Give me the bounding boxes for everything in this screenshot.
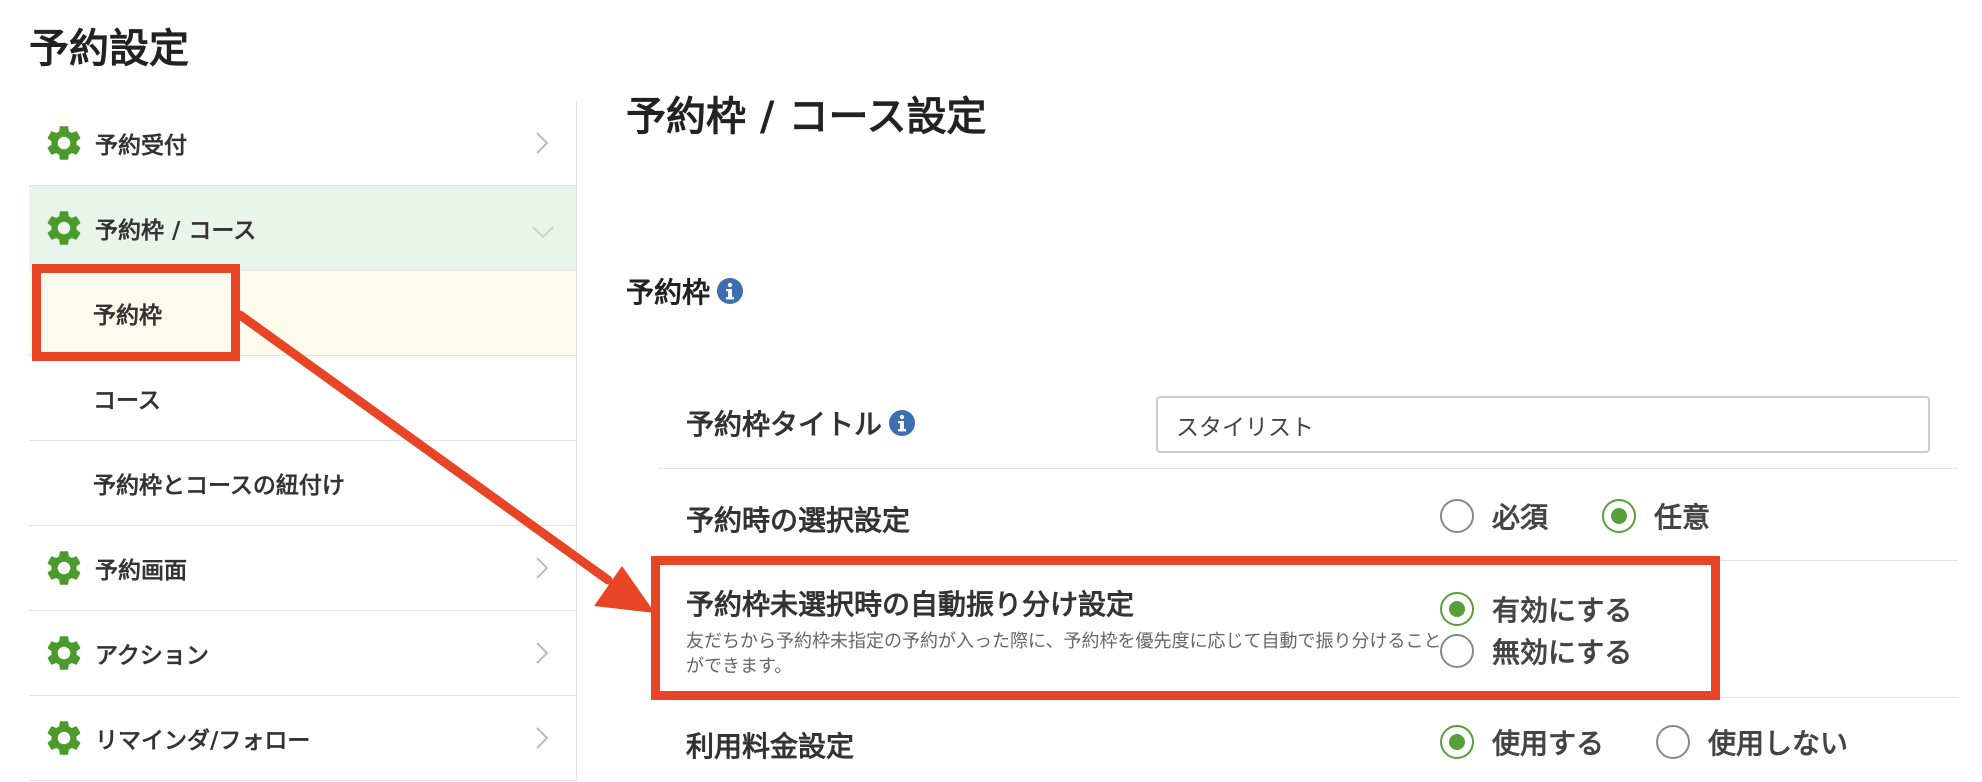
sidebar-item-reminder-follow[interactable]: リマインダ/フォロー [29,696,576,781]
gear-icon [47,636,81,670]
chevron-down-icon [532,226,554,239]
sidebar-item-label: アクション [95,643,209,669]
chevron-right-icon [536,557,549,579]
radio-label: 使用する [1492,727,1605,760]
section-title-text: 予約枠 [626,276,711,309]
radio-button[interactable] [1656,725,1690,759]
gear-icon [47,126,81,160]
setting-label-text: 予約枠タイトル [686,408,883,441]
sidebar-subitem-slot-course-link[interactable]: 予約枠とコースの紐付け [29,441,576,526]
radio-label: 有効にする [1492,594,1633,627]
radio-optional[interactable]: 任意 [1602,496,1710,536]
radio-button[interactable] [1602,499,1636,533]
gear-icon [47,721,81,755]
radio-button[interactable] [1440,592,1474,626]
setting-row-slot-title: 予約枠タイトル [658,372,1958,469]
main-title: 予約枠 / コース設定 [626,94,987,140]
sidebar-item-action[interactable]: アクション [29,611,576,696]
radio-button[interactable] [1440,634,1474,668]
sidebar-item-booking-screen[interactable]: 予約画面 [29,526,576,611]
radio-use[interactable]: 使用する [1440,722,1604,762]
radio-disable[interactable]: 無効にする [1440,631,1632,671]
sidebar-item-label: リマインダ/フォロー [95,728,311,754]
gear-icon [47,211,81,245]
sidebar-item-label: コース [93,388,161,414]
sidebar-subitem-slot[interactable]: 予約枠 [29,271,576,356]
sidebar-subitem-course[interactable]: コース [29,356,576,441]
sidebar-item-label: 予約枠 [93,303,162,329]
setting-label: 予約枠未選択時の自動振り分け設定 [686,588,1135,621]
radio-label: 必須 [1492,501,1549,534]
setting-row-auto-assign: 予約枠未選択時の自動振り分け設定 友だちから予約枠未指定の予約が入った際に、予約… [658,561,1958,698]
settings-sidebar: 予約受付 予約枠 / コース 予約枠 コース 予約枠とコースの紐付け 予約画面 … [29,101,577,781]
chevron-right-icon [536,727,549,749]
radio-label: 無効にする [1492,636,1633,669]
info-icon[interactable] [888,409,916,437]
setting-row-selection: 予約時の選択設定 必須 任意 [658,469,1958,561]
radio-required[interactable]: 必須 [1440,496,1548,536]
radio-button[interactable] [1440,725,1474,759]
page-title: 予約設定 [29,26,189,72]
section-title: 予約枠 [626,271,744,311]
radio-label: 任意 [1654,501,1711,534]
info-icon[interactable] [716,277,744,305]
setting-label: 予約時の選択設定 [686,504,911,537]
gear-icon [47,551,81,585]
setting-label: 利用料金設定 [686,730,855,763]
sidebar-item-slot-course[interactable]: 予約枠 / コース [29,186,576,271]
sidebar-item-label: 予約画面 [95,558,187,584]
sidebar-item-label: 予約枠 / コース [95,218,257,244]
setting-label: 予約枠タイトル [686,403,916,443]
radio-label: 使用しない [1708,727,1849,760]
sidebar-item-reception[interactable]: 予約受付 [29,101,576,186]
sidebar-item-label: 予約受付 [95,133,187,159]
sidebar-item-label: 予約枠とコースの紐付け [93,473,345,499]
slot-title-input[interactable] [1156,396,1930,453]
reservation-settings-page: 予約設定 予約受付 予約枠 / コース 予約枠 コース 予約枠とコースの紐付け … [0,0,1982,782]
chevron-right-icon [536,132,549,154]
chevron-right-icon [536,642,549,664]
setting-row-fee: 利用料金設定 使用する 使用しない [658,698,1958,782]
setting-description: 友だちから予約枠未指定の予約が入った際に、予約枠を優先度に応じて自動で振り分ける… [686,631,1442,677]
radio-not-use[interactable]: 使用しない [1656,722,1848,762]
radio-enable[interactable]: 有効にする [1440,589,1632,629]
radio-button[interactable] [1440,499,1474,533]
